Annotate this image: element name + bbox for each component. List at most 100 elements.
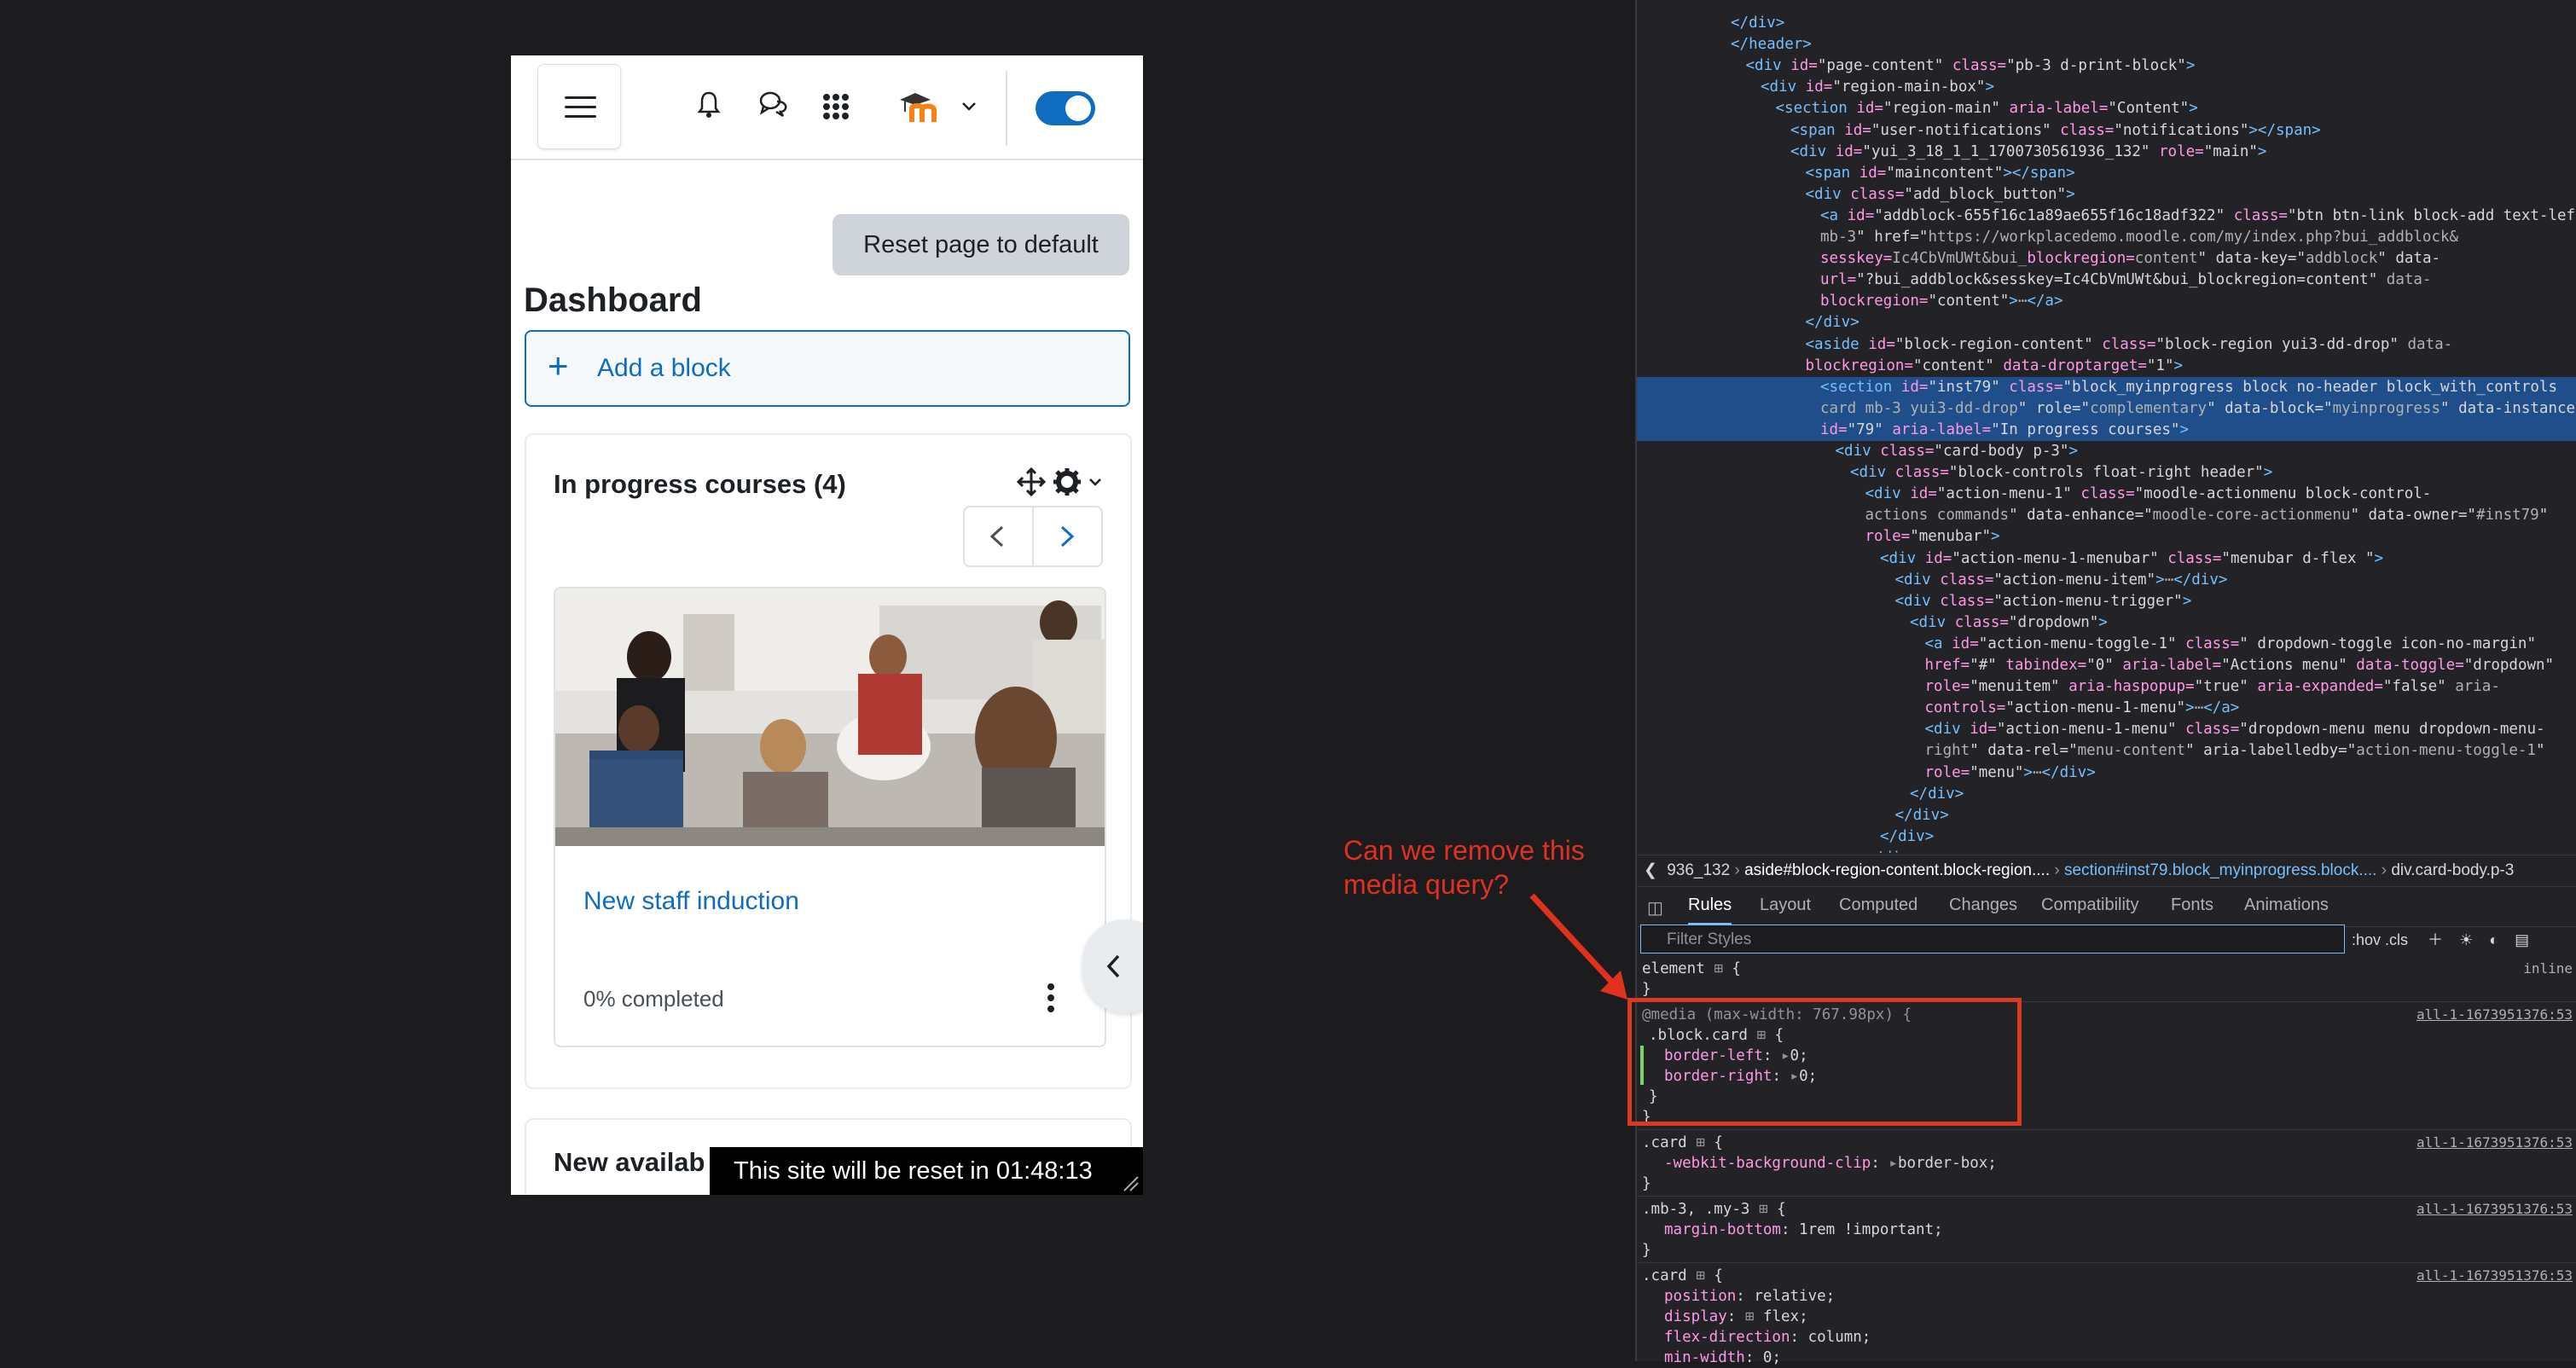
chevron-down-icon[interactable]: [1088, 478, 1102, 487]
resize-handle-icon[interactable]: [1121, 1174, 1140, 1192]
dom-node-selected[interactable]: <section id="inst79" class="block_myinpr…: [1637, 376, 2576, 398]
dom-node-line[interactable]: <section id="region-main" aria-label="Co…: [1637, 98, 2576, 119]
dom-node-line[interactable]: <div class="action-menu-item">⋯</div>: [1637, 570, 2576, 591]
course-image[interactable]: [555, 588, 1105, 846]
dom-node-line[interactable]: controls="action-menu-1-menu">⋯</a>: [1637, 698, 2576, 719]
dom-node-line[interactable]: blockregion="content">⋯</a>: [1637, 291, 2576, 312]
rule-selector[interactable]: .card ⊞ {: [1642, 1266, 1723, 1286]
dom-node-line[interactable]: <div id="region-main-box">: [1637, 77, 2576, 98]
messages-icon[interactable]: [758, 90, 789, 119]
dom-node-line[interactable]: </div>: [1637, 848, 2576, 853]
course-progress-text: 0% completed: [583, 986, 724, 1012]
apps-grid-icon[interactable]: [822, 93, 850, 120]
breadcrumb-item[interactable]: aside#block-region-content.block-region.…: [1744, 861, 2050, 879]
dom-node-line[interactable]: <span id="maincontent"></span>: [1637, 163, 2576, 184]
dom-node-line[interactable]: <div id="page-content" class="pb-3 d-pri…: [1637, 55, 2576, 77]
sidebar-tabs: ◫ Rules Layout Computed Changes Compatib…: [1637, 885, 2576, 927]
rule-source-link[interactable]: all-1-1673951376:53: [2416, 1199, 2573, 1220]
chevron-down-icon[interactable]: [961, 101, 977, 112]
notification-bell-icon[interactable]: [697, 90, 721, 120]
dom-node-line[interactable]: href="#" tabindex="0" aria-label="Action…: [1637, 655, 2576, 676]
rule-source-link[interactable]: all-1-1673951376:53: [2416, 1266, 2573, 1286]
course-name-link[interactable]: New staff induction: [583, 887, 799, 916]
dom-node-line[interactable]: <div id="action-menu-1" class="moodle-ac…: [1637, 484, 2576, 505]
dom-node-line[interactable]: <div id="yui_3_18_1_1_1700730561936_132"…: [1637, 142, 2576, 163]
dom-node-line[interactable]: <div id="action-menu-1-menubar" class="m…: [1637, 548, 2576, 570]
dom-node-line[interactable]: mb-3" href="https://workplacedemo.moodle…: [1637, 227, 2576, 248]
divider: [1637, 1196, 2576, 1197]
dom-node-line[interactable]: <div class="dropdown">: [1637, 612, 2576, 634]
edit-mode-toggle[interactable]: [1036, 91, 1095, 125]
toggle-sidebar-icon[interactable]: ◫: [1647, 897, 1663, 919]
dom-node-line[interactable]: role="menubar">: [1637, 526, 2576, 548]
breadcrumb-arrow-icon[interactable]: ❮: [1637, 861, 1662, 879]
tab-changes[interactable]: Changes: [1949, 896, 2017, 915]
dom-node-line[interactable]: url="?bui_addblock&sesskey=Ic4CbVmUWt&bu…: [1637, 270, 2576, 291]
hamburger-menu-button[interactable]: [537, 64, 621, 149]
dom-node-line[interactable]: role="menu">⋯</div>: [1637, 762, 2576, 784]
reset-page-button[interactable]: Reset page to default: [833, 214, 1129, 275]
dom-node-line[interactable]: </div>: [1637, 805, 2576, 826]
light-mode-icon[interactable]: ☀: [2459, 931, 2473, 948]
chevron-right-icon[interactable]: [1057, 525, 1077, 548]
breadcrumb-item[interactable]: 936_132: [1667, 861, 1730, 879]
dom-node-line[interactable]: role="menuitem" aria-haspopup="true" ari…: [1637, 676, 2576, 698]
dom-node-line[interactable]: <div class="add_block_button">: [1637, 184, 2576, 206]
dom-node-line[interactable]: actions commands" data-enhance="moodle-c…: [1637, 505, 2576, 526]
dom-node-line[interactable]: <div class="card-body p-3">: [1637, 441, 2576, 462]
css-declaration[interactable]: -webkit-background-clip: ▸border-box;: [1664, 1153, 1997, 1174]
dom-node-line[interactable]: <div id="action-menu-1-menu" class="drop…: [1637, 719, 2576, 740]
moodle-user-avatar-icon[interactable]: [896, 90, 941, 124]
breadcrumb-item[interactable]: div.card-body.p-3: [2391, 861, 2514, 879]
dom-node-line[interactable]: <span id="user-notifications" class="not…: [1637, 120, 2576, 142]
course-card[interactable]: New staff induction 0% completed: [554, 587, 1106, 1047]
breadcrumb-item[interactable]: section#inst79.block_myinprogress.block.…: [2064, 861, 2376, 879]
dom-node-line[interactable]: </div>: [1637, 312, 2576, 333]
filter-tools: :hov .cls ＋ ☀ ◐ ▤: [2352, 928, 2529, 950]
chevron-left-icon[interactable]: [987, 525, 1007, 548]
pseudo-class-toggle[interactable]: :hov .cls: [2352, 931, 2408, 948]
block-title: New availab: [554, 1147, 705, 1177]
tab-animations[interactable]: Animations: [2244, 896, 2329, 915]
rule-source-link[interactable]: all-1-1673951376:53: [2416, 1133, 2573, 1153]
move-icon[interactable]: [1017, 467, 1046, 496]
add-block-button[interactable]: + Add a block: [525, 330, 1130, 407]
dom-node-line[interactable]: </header>: [1637, 34, 2576, 55]
dom-node-selected[interactable]: card mb-3 yui3-dd-drop" role="complement…: [1637, 397, 2576, 420]
dom-node-line[interactable]: <div class="action-menu-trigger">: [1637, 591, 2576, 612]
css-declaration[interactable]: margin-bottom: 1rem !important;: [1664, 1220, 1943, 1240]
filter-styles-input[interactable]: Filter Styles: [1640, 925, 2345, 954]
rule-selector[interactable]: .card ⊞ {: [1642, 1133, 1723, 1153]
tab-compatibility[interactable]: Compatibility: [2041, 896, 2138, 915]
dom-node-line[interactable]: </div>: [1637, 784, 2576, 805]
dom-node-line[interactable]: <div class="block-controls float-right h…: [1637, 462, 2576, 484]
dark-mode-icon[interactable]: ◐: [2489, 931, 2498, 948]
more-options-icon[interactable]: [1047, 981, 1055, 1015]
dom-node-line[interactable]: </div>: [1637, 826, 2576, 848]
css-declaration[interactable]: flex-direction: column;: [1664, 1327, 1871, 1348]
rule-selector[interactable]: .mb-3, .my-3 ⊞ {: [1642, 1199, 1786, 1220]
dom-node-line[interactable]: right" data-rel="menu-content" aria-labe…: [1637, 740, 2576, 762]
dom-node-line[interactable]: </div>: [1637, 13, 2576, 34]
page-title: Dashboard: [524, 281, 702, 319]
gear-icon[interactable]: [1053, 467, 1082, 496]
rule-selector[interactable]: element ⊞ {: [1642, 959, 1741, 979]
dom-node-line[interactable]: blockregion="content" data-droptarget="1…: [1637, 356, 2576, 377]
css-declaration[interactable]: position: relative;: [1664, 1286, 1835, 1307]
tab-rules[interactable]: Rules: [1688, 896, 1732, 925]
tab-layout[interactable]: Layout: [1760, 896, 1811, 915]
dom-inspector-tree[interactable]: </div> </header> <div id="page-content" cl…: [1637, 0, 2576, 853]
css-declaration[interactable]: display: ⊞ flex;: [1664, 1307, 1808, 1327]
tab-computed[interactable]: Computed: [1839, 896, 1917, 915]
site-reset-notice: This site will be reset in 01:48:13: [710, 1147, 1143, 1195]
dom-node-line[interactable]: <a id="addblock-655f16c1a89ae655f16c18ad…: [1637, 206, 2576, 227]
add-rule-icon[interactable]: ＋: [2428, 931, 2443, 948]
dom-node-line[interactable]: <a id="action-menu-toggle-1" class=" dro…: [1637, 634, 2576, 655]
dom-node-line[interactable]: <aside id="block-region-content" class="…: [1637, 334, 2576, 356]
rule-source-link[interactable]: all-1-1673951376:53: [2416, 1005, 2573, 1025]
dom-node-line[interactable]: sesskey=Ic4CbVmUWt&bui_blockregion=conte…: [1637, 248, 2576, 270]
print-media-icon[interactable]: ▤: [2515, 931, 2529, 948]
css-declaration[interactable]: min-width: 0;: [1664, 1348, 1781, 1368]
tab-fonts[interactable]: Fonts: [2171, 896, 2213, 915]
dom-node-selected[interactable]: id="79" aria-label="In progress courses"…: [1637, 419, 2576, 441]
